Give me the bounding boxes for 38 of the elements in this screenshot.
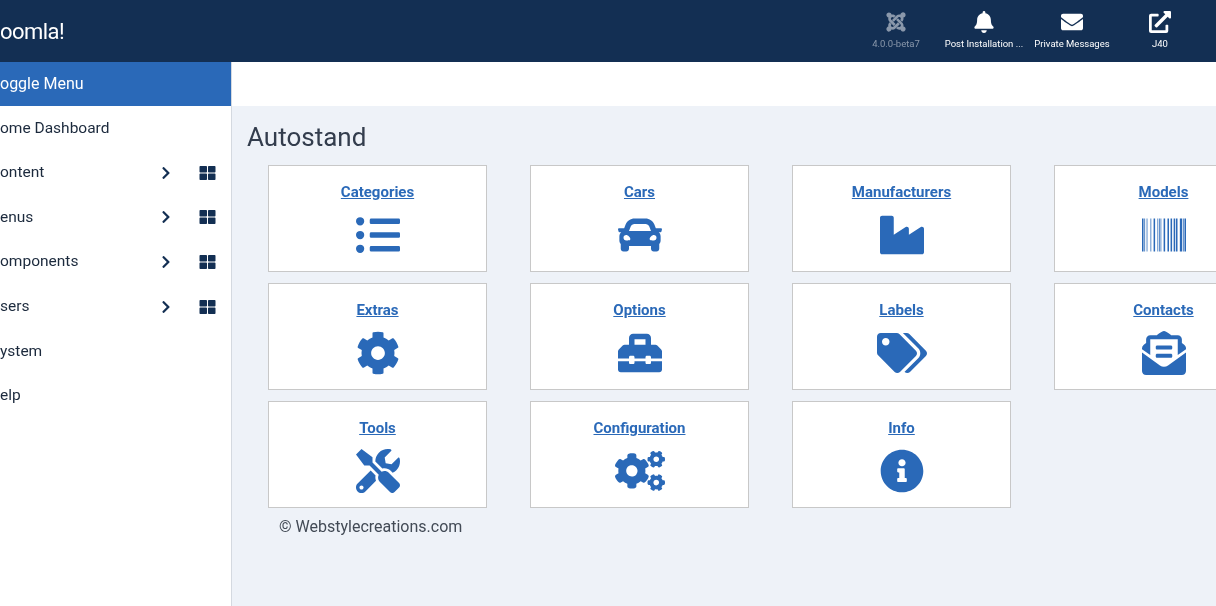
chevron-right-icon[interactable]	[160, 210, 172, 225]
chevron-right-icon[interactable]	[160, 255, 172, 270]
tile-link[interactable]: Categories	[340, 181, 415, 204]
tile-link[interactable]: Configuration	[593, 417, 686, 440]
sidebar-item[interactable]: ome Dashboard	[0, 106, 231, 151]
sidebar-item[interactable]: ontent	[0, 150, 231, 196]
copyright-text: © Webstylecreations.com	[279, 516, 464, 538]
sidebar-item[interactable]: elp	[0, 373, 231, 419]
tile-link[interactable]: Manufacturers	[851, 181, 952, 204]
tile-link[interactable]: Tools	[359, 417, 396, 440]
tile-link[interactable]: Info	[888, 417, 915, 440]
page-title: Autostand	[247, 121, 368, 154]
tile-link[interactable]: Models	[1138, 181, 1189, 204]
tile-link[interactable]: Contacts	[1133, 299, 1194, 322]
joomla-logo-icon	[885, 10, 907, 33]
tile-link[interactable]: Labels	[879, 299, 924, 322]
dashboard-grid-icon[interactable]	[199, 298, 216, 315]
sidebar-item[interactable]: omponents	[0, 239, 231, 285]
chevron-right-icon[interactable]	[160, 299, 172, 314]
dashboard-grid-icon[interactable]	[199, 254, 216, 271]
dashboard-grid-icon[interactable]	[199, 164, 216, 181]
header-link[interactable]: J40	[1116, 10, 1204, 52]
dashboard-grid-icon[interactable]	[199, 209, 216, 226]
header-link[interactable]: Post Installation ...	[940, 10, 1028, 52]
tile-link[interactable]: Cars	[623, 181, 655, 204]
sidebar-item[interactable]: sers	[0, 284, 231, 329]
header-link[interactable]: Private Messages	[1028, 10, 1116, 52]
sidebar-item[interactable]: enus	[0, 195, 231, 240]
external-link-icon	[1149, 10, 1171, 33]
gears-icon	[614, 448, 665, 493]
joomla-logo[interactable]: oomla!	[0, 14, 65, 48]
toggle-menu-button[interactable]: oggle Menu	[0, 62, 231, 106]
tile-link[interactable]: Extras	[356, 299, 399, 322]
tags-icon	[876, 330, 927, 375]
bell-icon	[973, 10, 995, 33]
chevron-right-icon[interactable]	[160, 165, 172, 180]
tile-link[interactable]: Options	[613, 299, 666, 322]
sidebar-item[interactable]: ystem	[0, 328, 231, 374]
